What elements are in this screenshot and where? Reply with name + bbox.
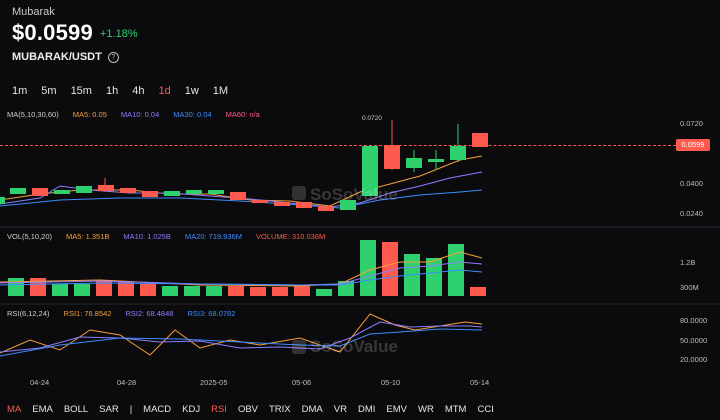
indicator-bar: MA EMA BOLL SAR | MACD KDJ RSI OBV TRIX … (0, 399, 720, 420)
rsi3-value: RSI3: 68.0782 (187, 309, 236, 318)
indicator-divider: | (129, 404, 133, 415)
candle (274, 202, 290, 206)
candle (384, 145, 400, 169)
watermark: SoSoValue (310, 185, 398, 205)
watermark-text: SoSoValue (310, 185, 398, 204)
volume-bar (316, 289, 332, 296)
volume-bar (184, 286, 200, 296)
date-axis-tick: 05-06 (292, 378, 312, 387)
volume-bar (96, 280, 112, 296)
rsi-axis-tick: 50.0000 (680, 336, 708, 345)
date-axis-tick: 05-10 (381, 378, 401, 387)
indicator-mtm[interactable]: MTM (445, 404, 467, 415)
rsi-legend: RSI(6,12,24) RSI1: 76.8542 RSI2: 68.4848… (7, 309, 235, 318)
candlestick-chart (0, 120, 720, 357)
volume-bar (272, 287, 288, 296)
volume-bar (140, 284, 156, 296)
volume-bar (426, 258, 442, 296)
watermark: SoSoValue (310, 337, 398, 357)
candle (472, 133, 488, 147)
volume-bar (52, 284, 68, 296)
volume-axis-tick: 1.2B (680, 258, 696, 267)
candle (98, 185, 114, 191)
rsi-legend-title: RSI(6,12,24) (7, 309, 50, 318)
candle (10, 188, 26, 194)
rsi2-value: RSI2: 68.4848 (125, 309, 174, 318)
date-axis-tick: 04-24 (30, 378, 50, 387)
indicator-sar[interactable]: SAR (99, 404, 119, 415)
candle (318, 206, 334, 211)
volume-bar (162, 286, 178, 296)
vol-ma5-value: MA5: 1.351B (66, 232, 110, 241)
volume-bar (206, 286, 222, 296)
volume-axis-tick: 300M (680, 283, 699, 292)
rsi1-value: RSI1: 76.8542 (63, 309, 112, 318)
volume-bar (118, 282, 134, 296)
indicator-vr[interactable]: VR (334, 404, 347, 415)
volume-bar (250, 287, 266, 296)
candle (450, 146, 466, 160)
candle (164, 191, 180, 196)
candle (230, 192, 246, 200)
indicator-kdj[interactable]: KDJ (182, 404, 200, 415)
ma10-line (0, 171, 483, 208)
candle (54, 190, 70, 194)
candle-group (0, 120, 488, 211)
volume-bar (360, 240, 376, 296)
candle (406, 158, 422, 168)
indicator-boll[interactable]: BOLL (64, 404, 88, 415)
rsi3-line (0, 328, 483, 357)
indicator-macd[interactable]: MACD (143, 404, 171, 415)
candle (120, 188, 136, 193)
indicator-emv[interactable]: EMV (386, 404, 407, 415)
date-axis-tick: 2025-05 (200, 378, 228, 387)
date-axis-tick: 05-14 (470, 378, 490, 387)
indicator-ma[interactable]: MA (7, 404, 21, 415)
rsi-axis-tick: 20.0000 (680, 355, 708, 364)
candle (186, 190, 202, 194)
indicator-dmi[interactable]: DMI (358, 404, 375, 415)
indicator-trix[interactable]: TRIX (269, 404, 291, 415)
volume-value: VOLUME: 310.036M (256, 232, 326, 241)
rsi-axis-tick: 80.0000 (680, 316, 708, 325)
rsi2-line (0, 321, 483, 353)
candle (142, 191, 158, 197)
indicator-cci[interactable]: CCI (477, 404, 493, 415)
watermark-text: SoSoValue (310, 337, 398, 356)
rsi-chart (0, 313, 483, 357)
candle (428, 159, 444, 162)
indicator-dma[interactable]: DMA (302, 404, 323, 415)
indicator-wr[interactable]: WR (418, 404, 434, 415)
date-axis-tick: 04-28 (117, 378, 137, 387)
candle (208, 190, 224, 194)
candle (0, 197, 5, 204)
candle (252, 200, 268, 203)
volume-bar (294, 286, 310, 296)
volume-bar (8, 278, 24, 296)
volume-bars (0, 240, 486, 296)
candle (76, 186, 92, 193)
indicator-obv[interactable]: OBV (238, 404, 258, 415)
rsi1-line (0, 313, 483, 356)
vol-ma20-value: MA20: 719.936M (184, 232, 243, 241)
indicator-rsi[interactable]: RSI (211, 404, 227, 415)
volume-bar (228, 286, 244, 296)
vol-legend-title: VOL(5,10,20) (7, 232, 53, 241)
watermark-logo-icon (292, 186, 306, 354)
vol-ma10-value: MA10: 1.025B (123, 232, 171, 241)
volume-bar (74, 284, 90, 296)
indicator-ema[interactable]: EMA (32, 404, 53, 415)
vol-legend: VOL(5,10,20) MA5: 1.351B MA10: 1.025B MA… (7, 232, 325, 241)
candle (32, 188, 48, 196)
volume-bar (470, 287, 486, 296)
